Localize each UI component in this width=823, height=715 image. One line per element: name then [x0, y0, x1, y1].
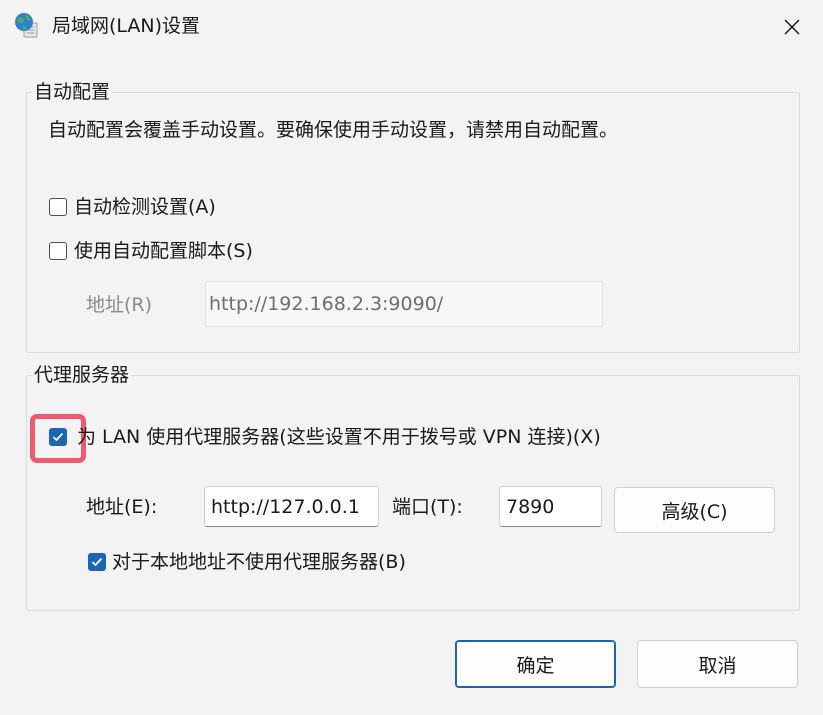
port-field[interactable]: [499, 486, 602, 527]
auto-config-description: 自动配置会覆盖手动设置。要确保使用手动设置，请禁用自动配置。: [48, 119, 619, 141]
use-script-checkbox[interactable]: [49, 242, 67, 260]
proxy-group-title: 代理服务器: [32, 363, 132, 387]
use-script-label[interactable]: 使用自动配置脚本(S): [74, 239, 253, 263]
script-address-label: 地址(R): [86, 294, 153, 316]
window-title: 局域网(LAN)设置: [52, 15, 201, 37]
advanced-button[interactable]: 高级(C): [614, 487, 775, 533]
auto-config-group-title: 自动配置: [32, 80, 113, 104]
globe-network-icon: [15, 13, 38, 38]
close-icon: [784, 19, 800, 35]
port-label: 端口(T):: [392, 496, 463, 518]
check-icon: [91, 557, 103, 567]
auto-detect-checkbox[interactable]: [49, 198, 67, 216]
script-address-field[interactable]: [205, 281, 603, 327]
proxy-address-label: 地址(E):: [86, 496, 158, 518]
title-bar: 局域网(LAN)设置: [0, 0, 823, 54]
bypass-local-label[interactable]: 对于本地地址不使用代理服务器(B): [112, 550, 406, 574]
proxy-address-field[interactable]: [204, 486, 379, 527]
use-proxy-checkbox[interactable]: [49, 428, 67, 446]
cancel-button[interactable]: 取消: [637, 640, 798, 688]
auto-detect-label[interactable]: 自动检测设置(A): [74, 195, 216, 219]
close-button[interactable]: [768, 8, 816, 46]
ok-button[interactable]: 确定: [455, 640, 616, 688]
use-proxy-label[interactable]: 为 LAN 使用代理服务器(这些设置不用于拨号或 VPN 连接)(X): [77, 425, 601, 449]
bypass-local-checkbox[interactable]: [88, 553, 106, 571]
check-icon: [52, 432, 64, 442]
